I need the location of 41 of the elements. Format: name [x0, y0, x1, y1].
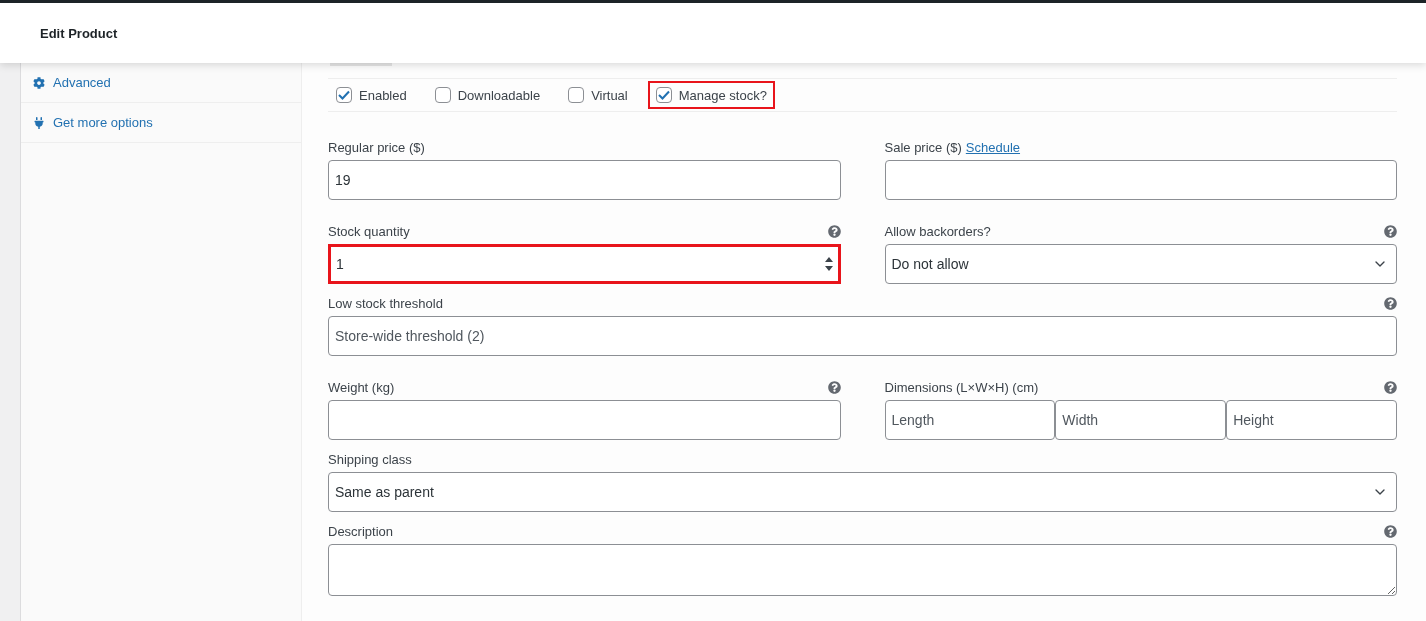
- field-label: Shipping class: [328, 451, 412, 467]
- checkbox[interactable]: [434, 87, 451, 103]
- page-title: Edit Product: [40, 25, 118, 41]
- number-field[interactable]: 1: [328, 244, 841, 284]
- text-field[interactable]: [328, 400, 841, 440]
- checkbox-option[interactable]: Downloadable: [426, 81, 549, 109]
- field-label: Weight (kg): [328, 379, 395, 395]
- sidebar-item[interactable]: Advanced: [21, 63, 301, 103]
- help-icon[interactable]: [1384, 524, 1397, 538]
- checkbox-option[interactable]: Virtual: [560, 81, 636, 109]
- checkbox-option[interactable]: Manage stock?: [647, 81, 775, 109]
- text-field[interactable]: [884, 160, 1397, 200]
- field-label: Stock quantity: [328, 223, 410, 239]
- field-label: Low stock threshold: [328, 295, 443, 311]
- select-dropdown[interactable]: Same as parent: [328, 472, 1397, 512]
- checkbox[interactable]: [336, 87, 352, 103]
- help-icon[interactable]: [827, 224, 841, 238]
- field-label: Description: [328, 523, 394, 539]
- text-field[interactable]: Store-wide threshold (2): [328, 316, 1397, 356]
- dimension-field[interactable]: Width: [1055, 400, 1227, 440]
- gear-icon: [33, 76, 45, 89]
- schedule-link[interactable]: Schedule: [965, 139, 1021, 155]
- field-label: Regular price ($): [328, 139, 425, 155]
- plug-icon: [33, 116, 45, 129]
- text-field[interactable]: 19: [328, 160, 841, 200]
- help-icon[interactable]: [1384, 224, 1397, 238]
- field-label: Allow backorders?: [884, 223, 991, 239]
- help-icon[interactable]: [1384, 296, 1397, 310]
- dimension-field[interactable]: Height: [1226, 400, 1397, 440]
- description-field[interactable]: [328, 544, 1397, 596]
- checkbox[interactable]: [568, 87, 585, 103]
- field-label: Sale price ($): [884, 139, 962, 155]
- checkbox[interactable]: [655, 87, 672, 103]
- checkbox-option[interactable]: Enabled: [328, 81, 415, 109]
- sidebar-item[interactable]: Get more options: [21, 103, 301, 143]
- help-icon[interactable]: [827, 380, 841, 394]
- dimension-field[interactable]: Length: [884, 400, 1056, 440]
- spinner-icon[interactable]: [823, 255, 834, 273]
- help-icon[interactable]: [1384, 380, 1397, 394]
- field-label: Dimensions (L×W×H) (cm): [884, 379, 1039, 395]
- select-dropdown[interactable]: Do not allow: [884, 244, 1397, 284]
